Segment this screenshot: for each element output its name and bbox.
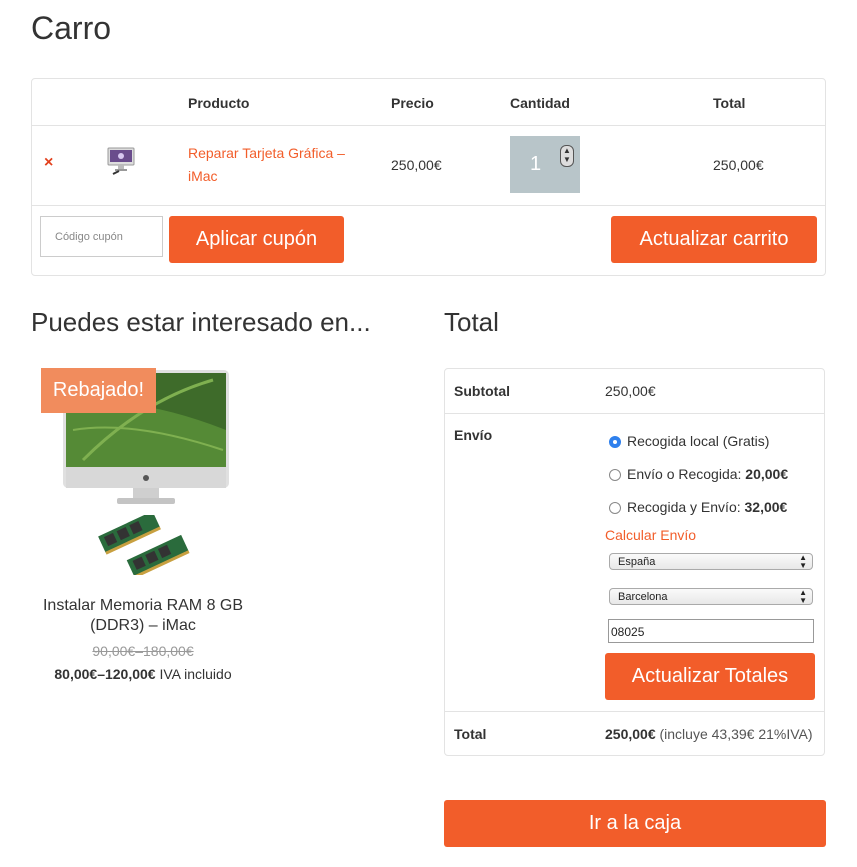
cart-totals: Subtotal 250,00€ Envío Recogida local (G… — [444, 368, 825, 756]
cart-item-total: 250,00€ — [713, 157, 764, 173]
cart-item-price: 250,00€ — [391, 157, 442, 173]
total-value: 250,00€ — [605, 726, 656, 742]
calculate-shipping-link[interactable]: Calcular Envío — [605, 527, 696, 543]
ram-product-image[interactable] — [95, 515, 193, 575]
remove-item-icon[interactable]: × — [44, 154, 53, 172]
province-select[interactable]: Barcelona ▲ ▼ — [609, 588, 813, 605]
quantity-stepper[interactable]: 1 ▲ ▼ — [510, 136, 580, 193]
subtotal-label: Subtotal — [454, 383, 510, 399]
tax-note: IVA incluido — [159, 666, 232, 682]
sale-badge: Rebajado! — [41, 368, 156, 413]
update-totals-button[interactable]: Actualizar Totales — [605, 653, 815, 700]
cart-table: Producto Precio Cantidad Total × Reparar… — [31, 78, 826, 276]
related-new-price: 80,00€–120,00€ IVA incluido — [31, 666, 255, 682]
total-value-line: 250,00€ (incluye 43,39€ 21%IVA) — [605, 726, 813, 742]
spinner-icon[interactable]: ▲ ▼ — [560, 145, 574, 167]
postcode-input[interactable]: 08025 — [608, 619, 814, 643]
column-header-total: Total — [713, 95, 746, 111]
related-price-range: 80,00€–120,00€ — [54, 666, 156, 682]
country-value: España — [618, 556, 656, 568]
apply-coupon-button[interactable]: Aplicar cupón — [169, 216, 344, 263]
related-product-name[interactable]: Instalar Memoria RAM 8 GB (DDR3) – iMac — [31, 596, 255, 636]
cart-row: × Reparar Tarjeta Gráfica – iMac 250,00€… — [32, 126, 825, 206]
total-label: Total — [454, 726, 487, 742]
shipping-option-name: Envío o Recogida: — [627, 466, 742, 482]
column-header-quantity: Cantidad — [510, 95, 570, 111]
shipping-option-radio[interactable] — [609, 469, 621, 481]
shipping-option-price: 32,00€ — [744, 499, 788, 515]
cart-table-header: Producto Precio Cantidad Total — [32, 79, 825, 126]
shipping-label: Envío — [454, 427, 493, 443]
totals-heading: Total — [444, 307, 499, 337]
shipping-option-price: 20,00€ — [745, 466, 789, 482]
page-title: Carro — [31, 10, 112, 46]
column-header-product: Producto — [188, 95, 250, 111]
total-tax-note: (incluye 43,39€ 21%IVA) — [659, 726, 813, 742]
cart-product-link[interactable]: Reparar Tarjeta Gráfica – iMac — [188, 142, 363, 188]
select-arrows-icon: ▲ ▼ — [799, 588, 807, 605]
shipping-option-label[interactable]: Recogida local (Gratis) — [627, 433, 769, 449]
quantity-value: 1 — [530, 153, 542, 175]
related-old-price: 90,00€–180,00€ — [92, 643, 194, 659]
country-select[interactable]: España ▲ ▼ — [609, 553, 813, 570]
select-arrows-icon: ▲ ▼ — [799, 553, 807, 570]
column-header-price: Precio — [391, 95, 434, 111]
divider — [445, 413, 824, 414]
province-value: Barcelona — [618, 591, 668, 603]
divider — [445, 711, 824, 712]
shipping-option-radio[interactable] — [609, 436, 621, 448]
subtotal-value: 250,00€ — [605, 383, 656, 399]
checkout-button[interactable]: Ir a la caja — [444, 800, 826, 847]
shipping-option-label[interactable]: Envío o Recogida: 20,00€ — [627, 466, 788, 482]
update-cart-button[interactable]: Actualizar carrito — [611, 216, 817, 263]
shipping-option-name: Recogida y Envío: — [627, 499, 741, 515]
product-thumbnail[interactable] — [105, 146, 137, 178]
shipping-option-label[interactable]: Recogida y Envío: 32,00€ — [627, 499, 787, 515]
coupon-input[interactable]: Código cupón — [40, 216, 163, 257]
related-heading: Puedes estar interesado en... — [31, 307, 371, 337]
shipping-option-radio[interactable] — [609, 502, 621, 514]
